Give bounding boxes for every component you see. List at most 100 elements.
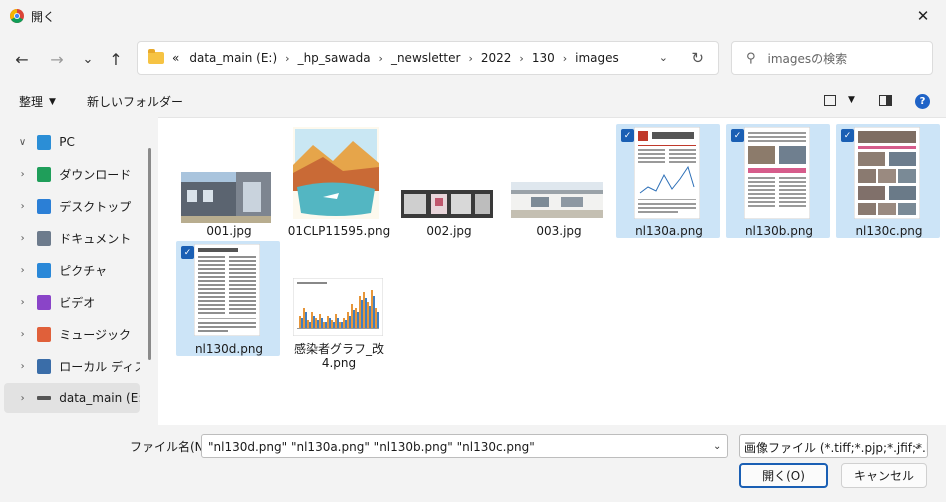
sidebar-item-pc[interactable]: ∨ PC <box>4 127 140 157</box>
chevron-right-icon[interactable]: › <box>16 329 29 340</box>
close-button[interactable]: ✕ <box>900 0 946 32</box>
file-item[interactable]: 001.jpg <box>176 124 280 238</box>
chevron-right-icon[interactable]: › <box>16 297 29 308</box>
desktop-icon <box>37 198 52 214</box>
checkbox-checked-icon[interactable]: ✓ <box>731 129 744 142</box>
file-item[interactable]: 003.jpg <box>506 124 610 238</box>
breadcrumb-separator-icon[interactable]: › <box>468 52 472 65</box>
chevron-right-icon[interactable]: › <box>16 201 29 212</box>
up-button[interactable]: ↑ <box>103 46 129 72</box>
sidebar-item-local-disk[interactable]: › ローカル ディスク ( <box>4 351 140 381</box>
breadcrumb-item[interactable]: _newsletter <box>391 51 461 65</box>
navigation-pane: ∨ PC › ダウンロード › デスクトップ › ドキュメント › ピクチャ ›… <box>0 118 157 420</box>
cancel-button[interactable]: キャンセル <box>841 463 927 488</box>
newsletter-thumbnail <box>744 127 810 219</box>
chevron-down-icon[interactable]: ∨ <box>16 137 29 148</box>
sidebar-item-data-main[interactable]: › data_main (E:) <box>4 383 140 413</box>
file-name: nl130d.png <box>194 342 264 356</box>
sidebar-item-label: PC <box>59 135 75 149</box>
chevron-right-icon[interactable]: › <box>16 265 29 276</box>
file-item[interactable]: ✓ nl130b.png <box>726 124 830 238</box>
filename-input[interactable]: "nl130d.png" "nl130a.png" "nl130b.png" "… <box>201 434 728 458</box>
sidebar-item-label: ドキュメント <box>59 231 132 246</box>
search-input[interactable]: ⚲ imagesの検索 <box>731 41 933 75</box>
folder-icon <box>148 49 164 64</box>
filetype-select[interactable]: 画像ファイル (*.tiff;*.pjp;*.jfif;*.bmp <box>739 434 928 458</box>
breadcrumb-item[interactable]: data_main (E:) <box>189 51 277 65</box>
search-icon: ⚲ <box>746 50 756 66</box>
document-icon <box>37 230 52 246</box>
breadcrumb-item[interactable]: images <box>575 51 619 65</box>
file-item[interactable]: 01CLP11595.png <box>286 124 390 238</box>
download-icon <box>37 166 52 182</box>
breadcrumb-separator-icon[interactable]: › <box>563 52 567 65</box>
breadcrumb-separator-icon[interactable]: › <box>285 52 289 65</box>
sidebar-item-label: ローカル ディスク ( <box>59 359 140 374</box>
sidebar-item-desktop[interactable]: › デスクトップ <box>4 191 140 221</box>
file-name: 002.jpg <box>426 224 472 238</box>
open-button[interactable]: 開く(O) <box>739 463 828 488</box>
view-caret-icon[interactable]: ▼ <box>848 95 855 105</box>
photo-thumbnail <box>401 190 493 218</box>
search-placeholder: imagesの検索 <box>767 51 848 66</box>
sidebar-item-downloads[interactable]: › ダウンロード <box>4 159 140 189</box>
checkbox-checked-icon[interactable]: ✓ <box>621 129 634 142</box>
title-bar: 開く ✕ <box>0 0 946 32</box>
chrome-icon <box>10 9 24 23</box>
new-folder-label: 新しいフォルダー <box>87 95 184 109</box>
file-item[interactable]: ✓ nl130c.png <box>836 124 940 238</box>
photo-thumbnail <box>181 172 271 223</box>
breadcrumb-separator-icon[interactable]: › <box>379 52 383 65</box>
breadcrumb-item[interactable]: 130 <box>532 51 555 65</box>
address-bar[interactable]: « data_main (E:) › _hp_sawada › _newslet… <box>137 41 719 75</box>
sidebar-scrollbar[interactable] <box>148 148 151 360</box>
sidebar-item-videos[interactable]: › ビデオ <box>4 287 140 317</box>
breadcrumb-separator-icon[interactable]: › <box>519 52 523 65</box>
refresh-icon[interactable]: ↻ <box>691 49 704 67</box>
checkbox-checked-icon[interactable]: ✓ <box>181 246 194 259</box>
organize-button[interactable]: 整理 ▼ <box>19 93 56 110</box>
navigation-bar: ← → ⌄ ↑ « data_main (E:) › _hp_sawada › … <box>0 32 946 84</box>
music-icon <box>37 326 52 342</box>
breadcrumb-overflow[interactable]: « <box>172 51 179 65</box>
sidebar-item-music[interactable]: › ミュージック <box>4 319 140 349</box>
filetype-dropdown-icon[interactable]: ⌄ <box>913 441 921 452</box>
help-icon[interactable]: ? <box>915 94 930 109</box>
window-title: 開く <box>31 10 56 24</box>
forward-button[interactable]: → <box>44 46 70 72</box>
caret-down-icon: ▼ <box>49 96 56 107</box>
command-bar: 整理 ▼ 新しいフォルダー <box>0 86 946 116</box>
chevron-right-icon[interactable]: › <box>16 361 29 372</box>
breadcrumb-item[interactable]: _hp_sawada <box>298 51 371 65</box>
view-icon[interactable] <box>824 95 836 106</box>
chevron-right-icon[interactable]: › <box>16 169 29 180</box>
breadcrumb-item[interactable]: 2022 <box>481 51 512 65</box>
recent-locations-button[interactable]: ⌄ <box>75 46 101 72</box>
sidebar-item-pictures[interactable]: › ピクチャ <box>4 255 140 285</box>
file-name: nl130c.png <box>855 224 923 238</box>
photo-thumbnail <box>511 182 603 218</box>
file-item[interactable]: 002.jpg <box>396 124 500 238</box>
file-item[interactable]: 感染者グラフ_改4.png <box>286 241 390 371</box>
file-list: 001.jpg 01CLP11595.png 002.jpg 003.jpg ✓… <box>158 117 946 425</box>
new-folder-button[interactable]: 新しいフォルダー <box>87 93 183 110</box>
sidebar-item-label: ビデオ <box>59 295 96 310</box>
checkbox-checked-icon[interactable]: ✓ <box>841 129 854 142</box>
local-disk-icon <box>37 358 52 374</box>
graph-thumbnail <box>293 278 383 336</box>
breadcrumb: « data_main (E:) › _hp_sawada › _newslet… <box>172 51 619 65</box>
filename-dropdown-icon[interactable]: ⌄ <box>713 441 721 452</box>
file-item[interactable]: ✓ nl130a.png <box>616 124 720 238</box>
sidebar-item-documents[interactable]: › ドキュメント <box>4 223 140 253</box>
sidebar-item-label: data_main (E:) <box>59 391 140 405</box>
file-name: 01CLP11595.png <box>287 224 391 238</box>
file-item[interactable]: ✓ nl130d.png <box>176 241 280 356</box>
address-dropdown-icon[interactable]: ⌄ <box>659 51 668 64</box>
sidebar-item-label: ピクチャ <box>59 263 108 278</box>
back-button[interactable]: ← <box>9 46 35 72</box>
preview-pane-icon[interactable] <box>879 95 892 106</box>
sidebar-item-label: デスクトップ <box>59 199 132 214</box>
file-name: 001.jpg <box>206 224 252 238</box>
chevron-right-icon[interactable]: › <box>16 393 29 404</box>
chevron-right-icon[interactable]: › <box>16 233 29 244</box>
